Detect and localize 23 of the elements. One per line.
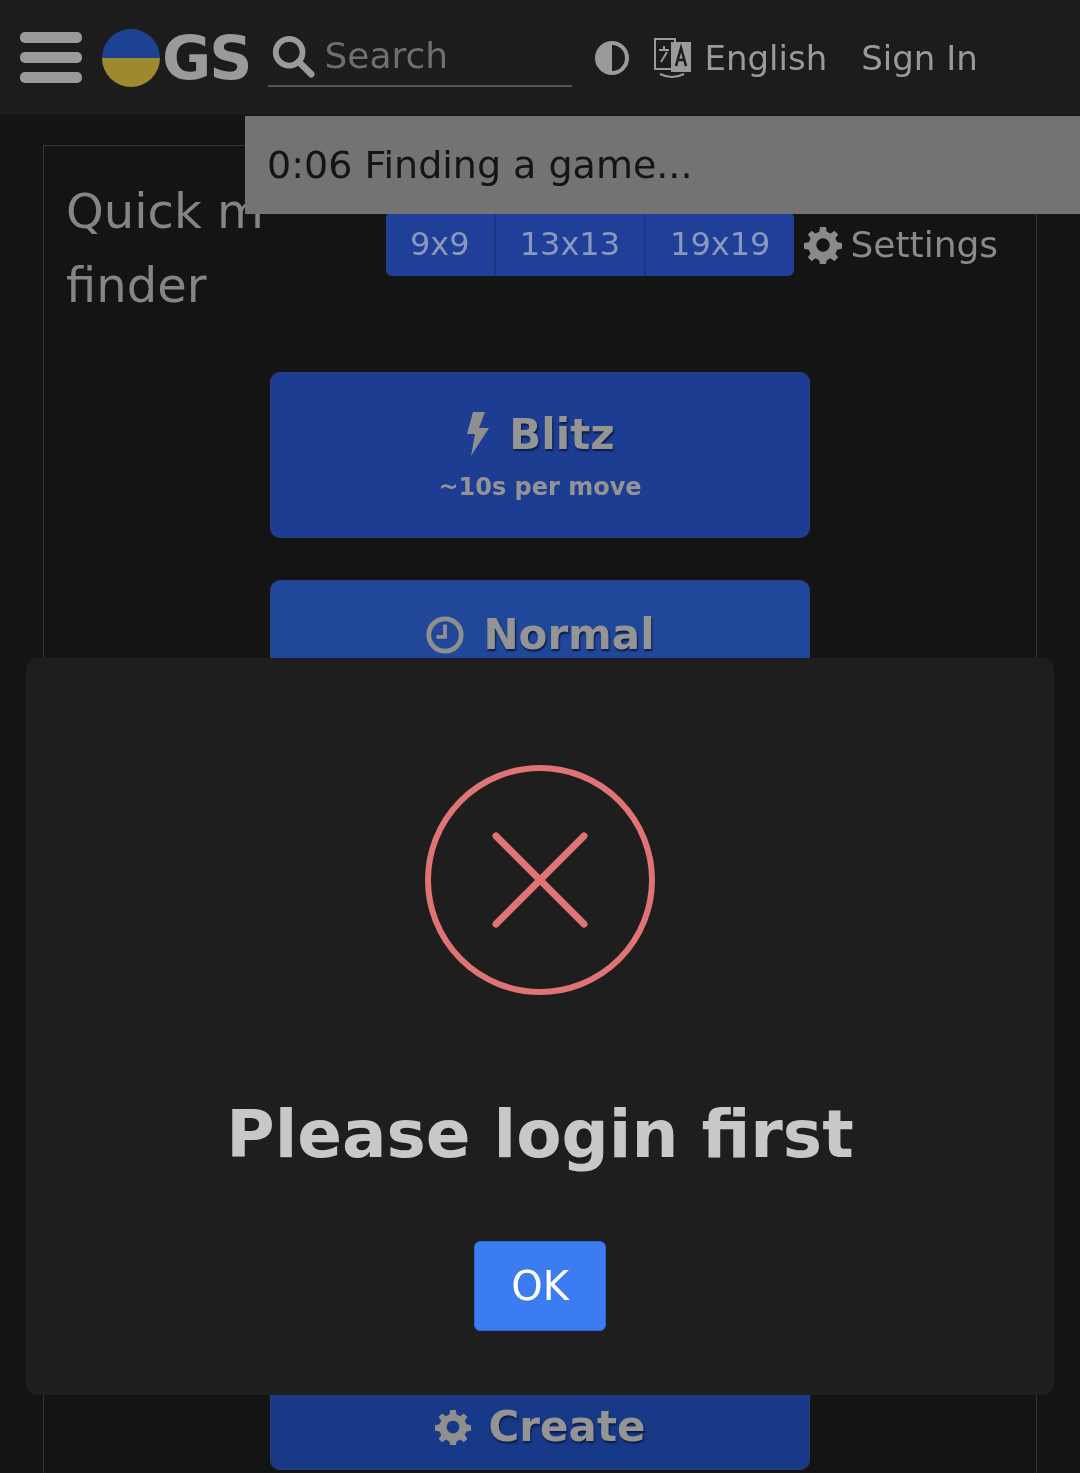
search-input[interactable]: Search <box>322 34 567 77</box>
ok-button[interactable]: OK <box>474 1241 606 1331</box>
speed-button[interactable]: Blitz ~10s per move <box>270 372 810 538</box>
menu-icon[interactable] <box>20 31 82 84</box>
sign-in-link[interactable]: Sign In <box>861 37 978 78</box>
language-link[interactable]: English <box>704 37 828 78</box>
board-size-button[interactable]: 13x13 <box>495 212 647 276</box>
gear-icon <box>434 1408 471 1445</box>
translate-icon <box>654 35 693 80</box>
toast-text: 0:06 Finding a game... <box>267 143 693 187</box>
clock-icon <box>425 614 466 655</box>
lightning-icon <box>465 412 492 456</box>
card-title: finder <box>66 256 208 315</box>
logo-text[interactable]: GS <box>162 22 251 93</box>
flag-circle-icon <box>102 28 160 87</box>
error-icon <box>424 764 656 996</box>
search-field[interactable]: Search <box>268 28 573 87</box>
settings-icon[interactable] <box>804 225 843 264</box>
dialog-message: Please login first <box>226 1096 854 1173</box>
settings-link[interactable]: Settings <box>850 224 999 265</box>
contrast-icon[interactable] <box>594 39 631 76</box>
board-size-button[interactable]: 19x19 <box>646 212 795 276</box>
board-size-button[interactable]: 9x9 <box>386 212 496 276</box>
